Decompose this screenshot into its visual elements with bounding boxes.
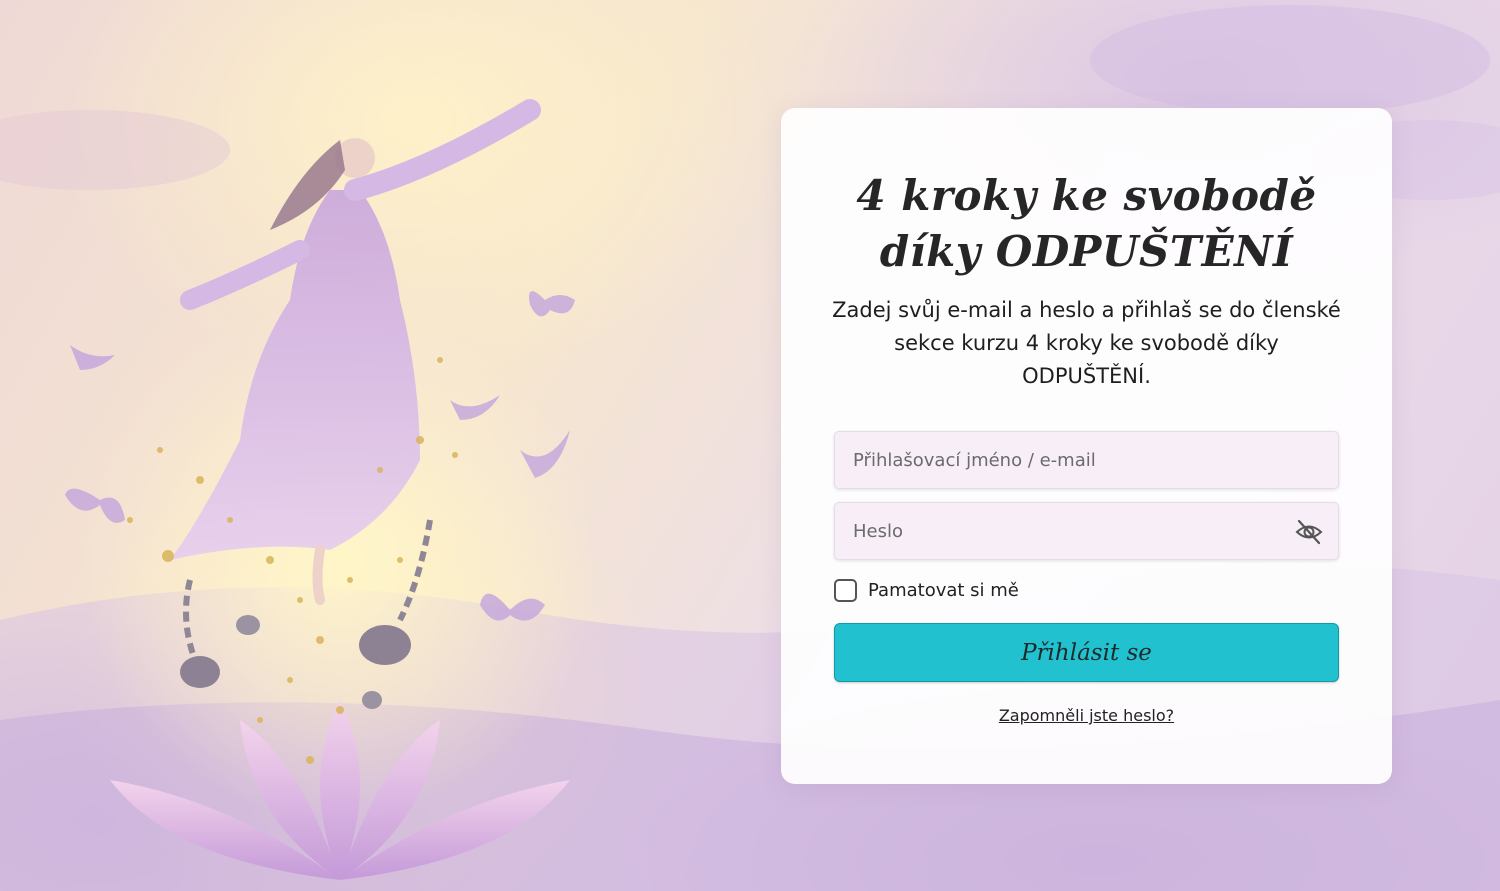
password-input[interactable] [835, 503, 1338, 559]
remember-label: Pamatovat si mě [868, 579, 1019, 601]
remember-me: Pamatovat si mě [834, 577, 1019, 603]
login-card: 4 kroky ke svobodě díky ODPUŠTĚNÍ Zadej … [781, 108, 1392, 784]
title-line-1: 4 kroky ke svobodě [856, 171, 1317, 220]
login-description: Zadej svůj e-mail a heslo a přihlaš se d… [832, 298, 1341, 388]
page-title: 4 kroky ke svobodě díky ODPUŠTĚNÍ [781, 168, 1392, 280]
username-field [834, 431, 1339, 489]
username-input[interactable] [835, 432, 1338, 488]
forgot-password-link[interactable]: Zapomněli jste heslo? [781, 706, 1392, 725]
login-button[interactable]: Přihlásit se [834, 623, 1339, 682]
title-line-2: díky ODPUŠTĚNÍ [879, 227, 1294, 276]
eye-slash-icon[interactable] [1294, 517, 1324, 547]
remember-checkbox[interactable] [834, 578, 857, 602]
password-field [834, 502, 1339, 560]
